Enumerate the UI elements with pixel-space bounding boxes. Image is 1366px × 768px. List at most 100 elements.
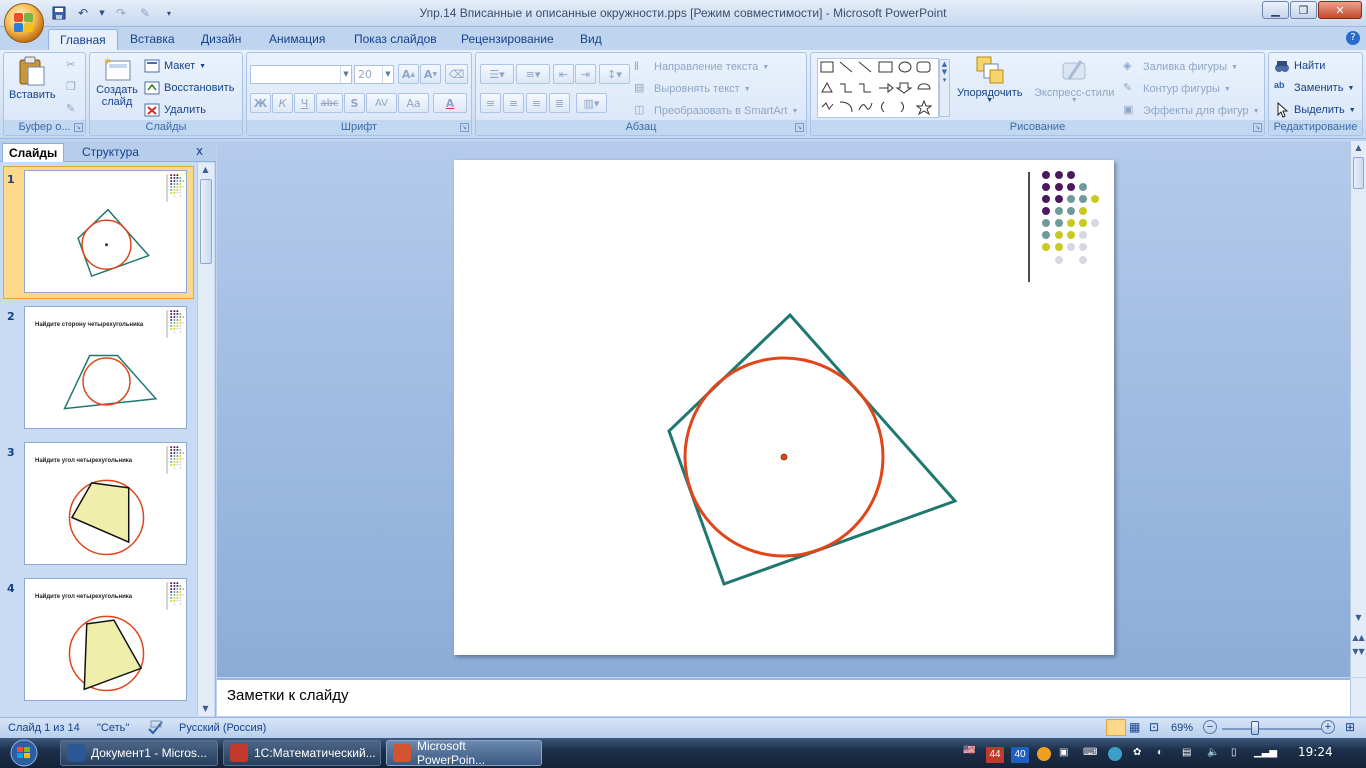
scroll-up-icon[interactable]: ▲ [198, 163, 213, 177]
signal-icon[interactable]: ▁▃▅ [1254, 747, 1277, 758]
shapes-gallery[interactable]: ▲ ▼ ▾ [817, 58, 950, 118]
italic-button[interactable]: К [272, 93, 293, 113]
minimize-button[interactable]: ▁ [1262, 1, 1289, 19]
fit-slide-icon[interactable]: ⊞ [1345, 720, 1355, 734]
security-tray-icon[interactable]: ✿ [1133, 747, 1141, 758]
slide-thumbnail-1[interactable] [24, 170, 187, 293]
reset-button[interactable]: Восстановить [144, 80, 234, 96]
quick-styles-button[interactable]: Экспресс-стили ▼ [1034, 55, 1114, 104]
close-button[interactable]: ✕ [1318, 1, 1362, 19]
taskbar-word[interactable]: Документ1 - Micros... [60, 740, 218, 766]
change-case-button[interactable]: Aa [398, 93, 429, 113]
replace-button[interactable]: ab Заменить ▼ [1274, 80, 1354, 96]
scroll-down-icon[interactable]: ▼ [1351, 611, 1366, 625]
scroll-up-icon[interactable]: ▲ [1351, 141, 1366, 155]
zoom-in-icon[interactable]: + [1321, 720, 1335, 734]
clear-format-icon[interactable]: ⌫ [445, 64, 468, 84]
grow-font-button[interactable]: A ▲ [398, 64, 419, 84]
scroll-thumb[interactable] [1353, 157, 1364, 189]
keyboard-tray-icon[interactable]: ⌨ [1083, 747, 1097, 758]
battery-icon[interactable]: ▯ [1231, 747, 1237, 758]
theme-name[interactable]: "Сеть" [97, 722, 129, 734]
tab-insert[interactable]: Вставка [130, 29, 175, 51]
taskbar-powerpoint[interactable]: Microsoft PowerPoin... [386, 739, 542, 767]
current-slide[interactable] [454, 160, 1114, 655]
select-button[interactable]: Выделить ▼ [1274, 101, 1356, 118]
previous-slide-icon[interactable]: ▲▲ [1351, 631, 1366, 645]
notes-pane[interactable]: Заметки к слайду [217, 678, 1350, 716]
bold-button[interactable]: Ж [250, 93, 271, 113]
tab-animation[interactable]: Анимация [269, 29, 325, 51]
tab-slides[interactable]: Слайды [2, 143, 65, 162]
pane-close-icon[interactable]: x [196, 144, 203, 158]
zoom-slider-thumb[interactable] [1250, 721, 1259, 735]
align-right-button[interactable]: ≡ [526, 93, 547, 113]
layout-button[interactable]: Макет ▼ [144, 58, 206, 74]
clipboard-launcher-icon[interactable]: ↘ [74, 123, 83, 132]
char-spacing-button[interactable]: AV [366, 93, 397, 113]
arrange-button[interactable]: Упорядочить ▼ [957, 55, 1022, 104]
flag-icon[interactable]: 🇺🇸 [963, 745, 975, 756]
align-center-button[interactable]: ≡ [503, 93, 524, 113]
quadrilateral-shape[interactable] [667, 312, 958, 586]
shape-outline-button[interactable]: ✎ Контур фигуры ▼ [1123, 81, 1231, 97]
underline-button[interactable]: Ч [294, 93, 315, 113]
decrease-indent-button[interactable]: ⇤ [553, 64, 574, 84]
smartart-button[interactable]: ◫ Преобразовать в SmartArt ▼ [634, 103, 798, 119]
line-spacing-button[interactable]: ↕▾ [599, 64, 630, 84]
notes-scrollbar[interactable] [1350, 678, 1366, 716]
help-icon[interactable]: ? [1346, 31, 1360, 45]
font-launcher-icon[interactable]: ↘ [460, 123, 469, 132]
font-color-button[interactable]: A [433, 93, 467, 113]
office-button[interactable] [4, 3, 44, 43]
justify-button[interactable]: ≣ [549, 93, 570, 113]
paragraph-launcher-icon[interactable]: ↘ [795, 123, 804, 132]
numbering-button[interactable]: ≡▾ [516, 64, 550, 84]
clock[interactable]: 19:24 [1298, 745, 1333, 759]
slide-thumbnail-4[interactable]: Найдите угол четырехугольника [24, 578, 187, 701]
paste-button[interactable]: Вставить [9, 55, 56, 101]
shadow-button[interactable]: S [344, 93, 365, 113]
slide-thumbnail-2[interactable]: Найдите сторону четырехугольника [24, 306, 187, 429]
next-slide-icon[interactable]: ▼▼ [1351, 645, 1366, 659]
slide-scrollbar[interactable]: ▲ ▼ ▲▲ ▼▼ [1350, 141, 1366, 677]
circle-center-dot[interactable] [780, 453, 788, 461]
columns-button[interactable]: ▥▾ [576, 93, 607, 113]
shrink-font-button[interactable]: A ▼ [420, 64, 441, 84]
format-brush-icon[interactable]: ✎ [66, 102, 75, 115]
slide-sorter-icon[interactable]: ▦ [1129, 720, 1140, 734]
zoom-slider-track[interactable] [1222, 728, 1322, 730]
tab-design[interactable]: Дизайн [201, 29, 241, 51]
slides-pane-scrollbar[interactable]: ▲ ▼ [197, 163, 214, 716]
tab-home[interactable]: Главная [48, 29, 118, 51]
bullets-button[interactable]: ☰▾ [480, 64, 514, 84]
tray-badge-40[interactable]: 40 [1011, 747, 1029, 763]
tray-badge-44[interactable]: 44 [986, 747, 1004, 763]
sound-device-tray-icon[interactable]: ◐ [1157, 747, 1163, 758]
info-tray-icon[interactable] [1037, 747, 1051, 761]
display-tray-icon[interactable]: ▤ [1182, 747, 1191, 758]
slide-thumbnail-3[interactable]: Найдите угол четырехугольника [24, 442, 187, 565]
text-direction-button[interactable]: ‖ Направление текста ▼ [634, 59, 769, 75]
cut-icon[interactable]: ✂ [66, 58, 75, 71]
copy-icon[interactable]: ❐ [66, 80, 76, 93]
increase-indent-button[interactable]: ⇥ [575, 64, 596, 84]
find-button[interactable]: Найти [1274, 58, 1325, 74]
drawing-launcher-icon[interactable]: ↘ [1253, 123, 1262, 132]
font-size-combo[interactable]: 20 ▼ [354, 65, 394, 84]
start-button[interactable] [4, 739, 44, 767]
zoom-level[interactable]: 69% [1171, 722, 1193, 734]
font-name-combo[interactable]: ▼ [250, 65, 352, 84]
zoom-out-icon[interactable]: − [1203, 720, 1217, 734]
shape-fill-button[interactable]: ◈ Заливка фигуры ▼ [1123, 59, 1238, 75]
shape-effects-button[interactable]: ▣ Эффекты для фигур ▼ [1123, 103, 1260, 119]
tab-review[interactable]: Рецензирование [461, 29, 554, 51]
tab-view[interactable]: Вид [580, 29, 602, 51]
align-left-button[interactable]: ≡ [480, 93, 501, 113]
scroll-thumb[interactable] [200, 179, 212, 264]
scroll-down-icon[interactable]: ▼ [198, 702, 213, 716]
taskbar-1c[interactable]: 1С:Математический... [223, 740, 381, 766]
align-text-button[interactable]: ▤ Выровнять текст ▼ [634, 81, 751, 97]
tab-slideshow[interactable]: Показ слайдов [354, 29, 437, 51]
language-indicator[interactable]: Русский (Россия) [179, 722, 266, 734]
